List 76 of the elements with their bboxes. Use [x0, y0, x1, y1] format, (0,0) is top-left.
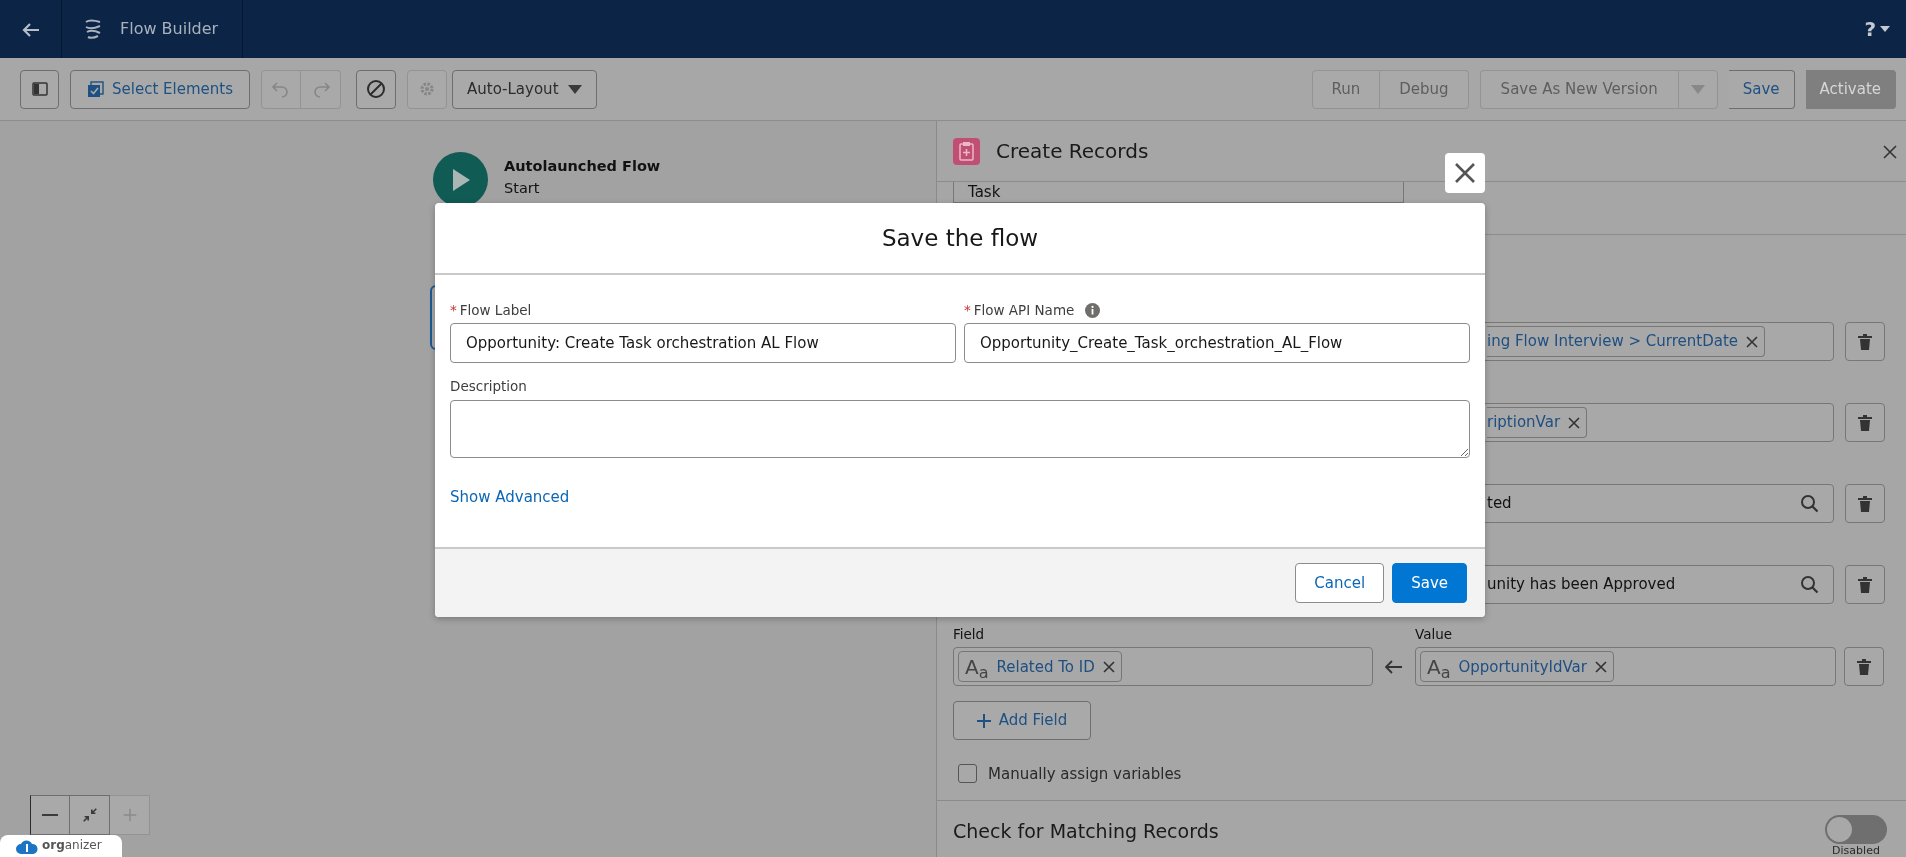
type-glyph: A$_{a}$ [965, 656, 989, 677]
checkbox-label: Manually assign variables [988, 763, 1182, 785]
caret-icon [1880, 26, 1890, 32]
value-pill[interactable]: A$_{a}$ Related To ID [958, 651, 1122, 683]
section-title: Check for Matching Records [953, 819, 1220, 844]
block-button[interactable] [356, 69, 396, 109]
value-pill[interactable]: riptionVar [1487, 407, 1588, 439]
field-label: Flow Label [459, 301, 532, 320]
trash-icon [1857, 658, 1871, 675]
field-value: unity has been Approved [1487, 574, 1677, 596]
field-label: Description [450, 377, 528, 397]
field-label: Field [953, 625, 986, 645]
undo-icon [271, 79, 291, 99]
text-field[interactable]: Opportunity_Create_Task_orchestration_AL_Flow [964, 323, 1470, 364]
plus-icon [976, 713, 991, 728]
trash-icon [1858, 576, 1872, 593]
help-menu[interactable]: ? [1864, 0, 1890, 58]
field-input[interactable]: A$_{a}$ Related To ID [953, 647, 1373, 687]
delete-button[interactable] [1845, 322, 1885, 362]
organizer-badge[interactable]: organizer [0, 835, 122, 857]
left-arrow-icon [1385, 659, 1403, 674]
block-icon [366, 79, 386, 99]
collapse-arrows-icon [80, 806, 99, 824]
toolbar-button[interactable]: Save [1728, 69, 1795, 109]
trash-icon [1858, 495, 1872, 512]
delete-button[interactable] [1845, 403, 1885, 443]
caret-icon [1690, 84, 1705, 94]
cloud-icon [16, 838, 38, 854]
close-icon [1883, 144, 1897, 159]
required-mark: * [450, 301, 457, 320]
caret-icon [568, 84, 582, 94]
sidebar-icon [31, 82, 48, 96]
field-label: Value [1415, 625, 1454, 645]
remove-icon [1594, 660, 1607, 673]
delete-button[interactable] [1845, 484, 1885, 524]
minus-button[interactable] [30, 795, 70, 835]
panel-toggle-button[interactable] [20, 69, 59, 109]
save-button[interactable]: Save [1392, 563, 1467, 603]
checkbox-icon [87, 80, 104, 98]
close-icon [1454, 162, 1476, 184]
show-advanced-link[interactable]: Show Advanced [450, 486, 570, 509]
panel-title: Create Records [996, 138, 1149, 166]
modal-title: Save the flow [881, 223, 1039, 253]
play-icon [450, 167, 471, 192]
cancel-button[interactable]: Cancel [1295, 563, 1385, 603]
minus-icon [42, 814, 58, 816]
add-field-button[interactable]: Add Field [953, 701, 1091, 740]
trash-icon [1858, 414, 1872, 431]
field-value: ted [1487, 493, 1513, 515]
description-field[interactable] [450, 399, 1470, 458]
remove-icon [1746, 335, 1758, 348]
toggle-state-label: Disabled [1832, 844, 1880, 857]
remove-icon [1102, 660, 1115, 673]
required-mark: * [964, 301, 971, 320]
search-icon [1800, 494, 1819, 514]
delete-button[interactable] [1845, 565, 1885, 605]
type-glyph: A$_{a}$ [1427, 656, 1451, 677]
node-subtitle: Start [504, 178, 541, 198]
app-title: Flow Builder [120, 18, 219, 40]
value-pill[interactable]: A$_{a}$ OpportunityIdVar [1420, 651, 1614, 683]
value-pill[interactable]: ing Flow Interview > CurrentDate [1487, 326, 1765, 358]
select-elements-button[interactable]: Select Elements [70, 69, 250, 109]
field-input[interactable]: A$_{a}$ OpportunityIdVar [1415, 647, 1836, 687]
checkbox[interactable] [958, 764, 977, 784]
toggle-switch[interactable] [1825, 815, 1887, 844]
search-icon [1800, 575, 1819, 595]
close-button[interactable] [1445, 153, 1485, 193]
text-field[interactable]: Opportunity: Create Task orchestration AL Flow [450, 323, 956, 364]
info-icon [1085, 302, 1101, 318]
clipboard-icon [953, 137, 980, 165]
trash-icon [1858, 333, 1872, 350]
remove-icon [1568, 416, 1581, 429]
node-title: Autolaunched Flow [504, 157, 661, 176]
field-label: Flow API Name [973, 301, 1075, 320]
delete-button[interactable] [1844, 647, 1884, 687]
layout-dropdown[interactable]: Auto-Layout [452, 69, 597, 109]
